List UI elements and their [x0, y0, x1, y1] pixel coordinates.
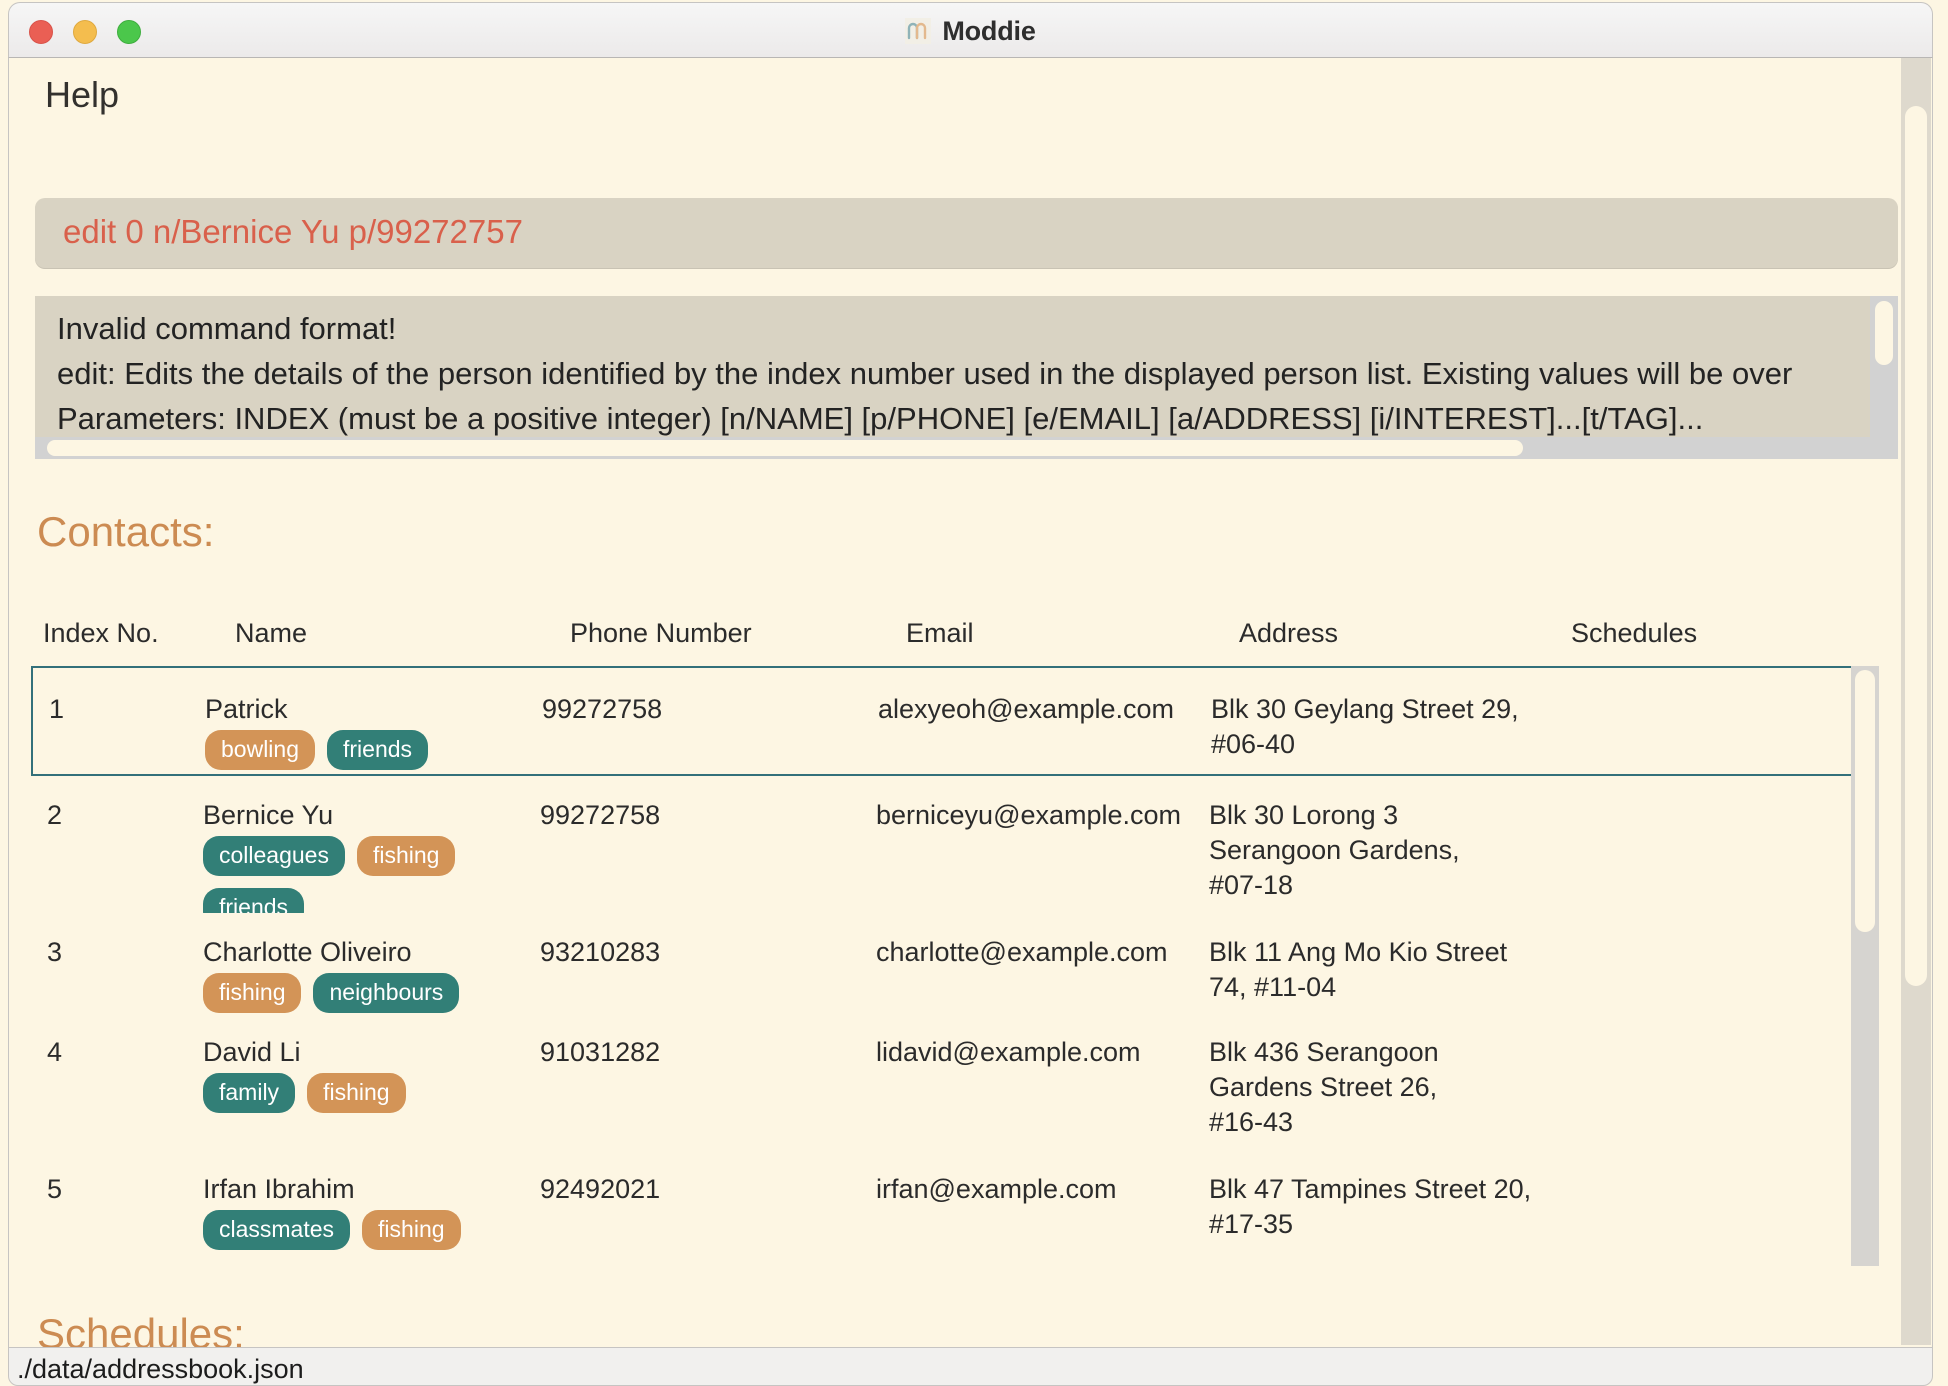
cell-tags: family fishing	[203, 1073, 533, 1113]
cell-address: Blk 30 Geylang Street 29, #06-40	[1211, 692, 1519, 762]
column-header-email: Email	[906, 618, 974, 649]
result-line-3: Parameters: INDEX (must be a positive in…	[57, 396, 1933, 441]
cell-phone: 91031282	[540, 1035, 660, 1070]
column-header-address: Address	[1239, 618, 1338, 649]
cell-tags: fishing neighbours	[203, 973, 533, 1013]
help-menu-label[interactable]: Help	[45, 74, 119, 116]
cell-index: 3	[47, 935, 62, 970]
result-line-1: Invalid command format!	[57, 306, 1933, 351]
schedules-section-title: Schedules:	[37, 1310, 245, 1347]
contacts-list[interactable]: 1 Patrick 99272758 alexyeoh@example.com …	[31, 666, 1899, 1266]
tag-chip[interactable]: family	[203, 1073, 295, 1113]
status-bar: ./data/addressbook.json	[8, 1347, 1933, 1386]
address-line: Gardens Street 26,	[1209, 1070, 1439, 1105]
cell-email: lidavid@example.com	[876, 1035, 1141, 1070]
command-input-box[interactable]: edit 0 n/Bernice Yu p/99272757	[35, 198, 1898, 268]
column-header-name: Name	[235, 618, 307, 649]
cell-index: 5	[47, 1172, 62, 1207]
result-text: Invalid command format! edit: Edits the …	[57, 306, 1933, 441]
cell-name: Bernice Yu	[203, 798, 333, 833]
result-line-2: edit: Edits the details of the person id…	[57, 351, 1933, 396]
title-bar: Moddie	[8, 2, 1933, 58]
app-logo-icon	[905, 18, 931, 44]
address-line: #06-40	[1211, 727, 1519, 762]
result-vertical-scroll-thumb[interactable]	[1875, 301, 1893, 365]
table-row[interactable]: 5 Irfan Ibrahim 92492021 irfan@example.c…	[31, 1150, 1871, 1260]
command-input-value: edit 0 n/Bernice Yu p/99272757	[63, 213, 523, 251]
content-inner: Help edit 0 n/Bernice Yu p/99272757 Inva…	[9, 58, 1897, 1347]
cell-address: Blk 47 Tampines Street 20, #17-35	[1209, 1172, 1531, 1242]
tag-chip[interactable]: colleagues	[203, 836, 345, 876]
cell-address: Blk 11 Ang Mo Kio Street 74, #11-04	[1209, 935, 1507, 1005]
address-line: #17-35	[1209, 1207, 1531, 1242]
contacts-section-title: Contacts:	[37, 508, 214, 556]
result-vertical-scrollbar[interactable]	[1870, 296, 1898, 437]
main-content: Help edit 0 n/Bernice Yu p/99272757 Inva…	[8, 58, 1933, 1347]
address-line: Serangoon Gardens,	[1209, 833, 1460, 868]
cell-phone: 99272758	[540, 798, 660, 833]
address-line: Blk 436 Serangoon	[1209, 1035, 1439, 1070]
address-line: #07-18	[1209, 868, 1460, 903]
status-file-path: ./data/addressbook.json	[17, 1354, 304, 1385]
tag-chip[interactable]: classmates	[203, 1210, 350, 1250]
table-row[interactable]: 3 Charlotte Oliveiro 93210283 charlotte@…	[31, 913, 1871, 1013]
column-header-schedules: Schedules	[1571, 618, 1697, 649]
contacts-list-scroll-thumb[interactable]	[1855, 670, 1875, 932]
result-horizontal-scrollbar[interactable]	[35, 437, 1898, 459]
cell-address: Blk 436 Serangoon Gardens Street 26, #16…	[1209, 1035, 1439, 1140]
address-line: Blk 47 Tampines Street 20,	[1209, 1172, 1531, 1207]
tag-chip[interactable]: fishing	[357, 836, 455, 876]
tag-chip[interactable]: neighbours	[313, 973, 459, 1013]
result-display-box: Invalid command format! edit: Edits the …	[35, 296, 1898, 459]
cell-email: irfan@example.com	[876, 1172, 1117, 1207]
cell-address: Blk 30 Lorong 3 Serangoon Gardens, #07-1…	[1209, 798, 1460, 903]
table-row[interactable]: 1 Patrick 99272758 alexyeoh@example.com …	[31, 666, 1871, 776]
address-line: Blk 11 Ang Mo Kio Street	[1209, 935, 1507, 970]
window-title-group: Moddie	[9, 3, 1932, 59]
result-horizontal-scroll-thumb[interactable]	[47, 440, 1523, 456]
column-header-index: Index No.	[43, 618, 159, 649]
cell-name: Irfan Ibrahim	[203, 1172, 355, 1207]
cell-index: 2	[47, 798, 62, 833]
address-line: Blk 30 Lorong 3	[1209, 798, 1460, 833]
table-row[interactable]: 2 Bernice Yu 99272758 berniceyu@example.…	[31, 776, 1871, 913]
window-title: Moddie	[942, 16, 1035, 47]
cell-tags: bowling friends	[205, 730, 535, 770]
cell-tags: classmates fishing	[203, 1210, 533, 1250]
page-scroll-thumb[interactable]	[1905, 106, 1927, 986]
cell-index: 4	[47, 1035, 62, 1070]
cell-phone: 99272758	[542, 692, 662, 727]
address-line: #16-43	[1209, 1105, 1439, 1140]
cell-email: alexyeoh@example.com	[878, 692, 1174, 727]
tag-chip[interactable]: fishing	[362, 1210, 460, 1250]
cell-phone: 92492021	[540, 1172, 660, 1207]
table-row[interactable]: 4 David Li 91031282 lidavid@example.com …	[31, 1013, 1871, 1150]
tag-chip[interactable]: friends	[327, 730, 428, 770]
cell-name: Patrick	[205, 692, 288, 727]
cell-name: Charlotte Oliveiro	[203, 935, 412, 970]
contacts-table-header: Index No. Name Phone Number Email Addres…	[43, 618, 1843, 658]
address-line: Blk 30 Geylang Street 29,	[1211, 692, 1519, 727]
cell-email: charlotte@example.com	[876, 935, 1168, 970]
cell-index: 1	[49, 692, 64, 727]
cell-name: David Li	[203, 1035, 301, 1070]
address-line: 74, #11-04	[1209, 970, 1507, 1005]
tag-chip[interactable]: bowling	[205, 730, 315, 770]
column-header-phone: Phone Number	[570, 618, 752, 649]
page-scrollbar[interactable]	[1901, 58, 1931, 1345]
contacts-list-scrollbar[interactable]	[1851, 666, 1879, 1266]
tag-chip[interactable]: fishing	[203, 973, 301, 1013]
tag-chip[interactable]: fishing	[307, 1073, 405, 1113]
cell-phone: 93210283	[540, 935, 660, 970]
app-window: Moddie Help edit 0 n/Bernice Yu p/992727…	[0, 0, 1948, 1386]
cell-email: berniceyu@example.com	[876, 798, 1181, 833]
